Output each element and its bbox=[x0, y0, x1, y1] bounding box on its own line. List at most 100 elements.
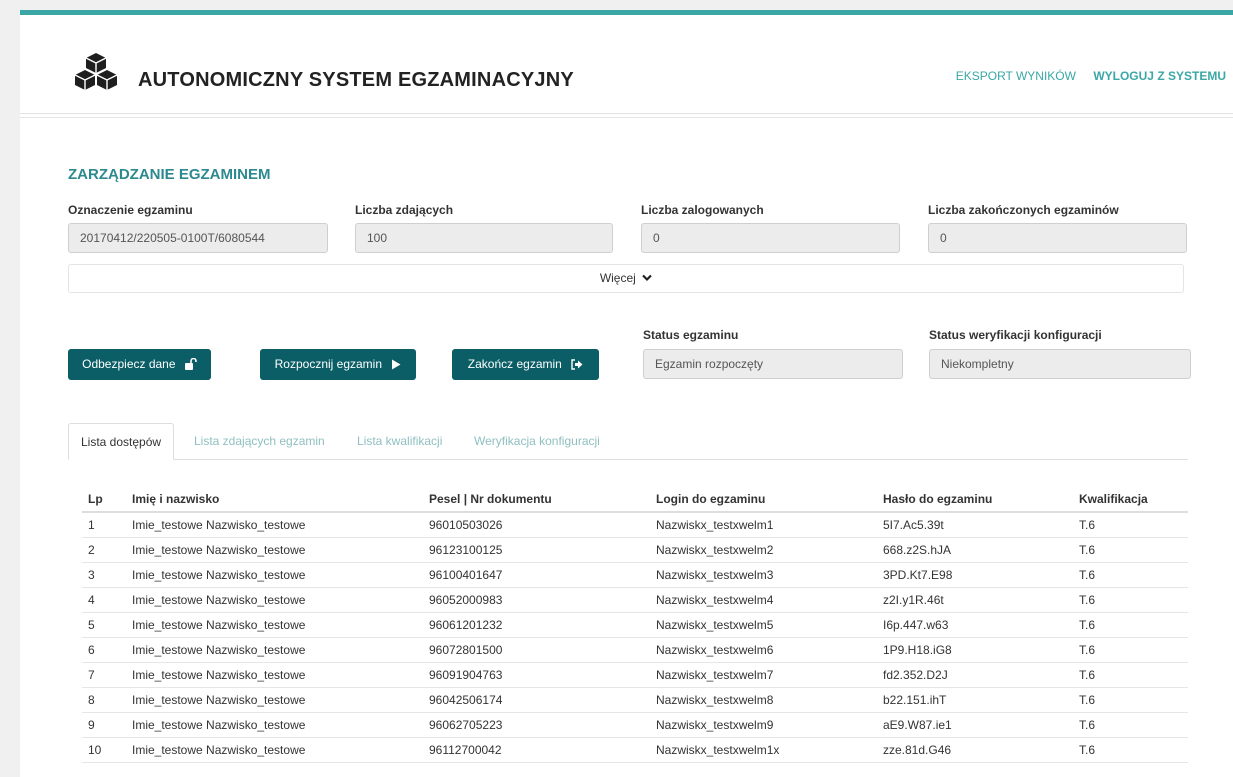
row-pesel-cell: 96112700042 bbox=[423, 737, 650, 763]
logged-count-field: 0 bbox=[641, 223, 900, 253]
unlock-data-label: Odbezpiecz dane bbox=[82, 357, 176, 371]
cubes-logo-icon bbox=[74, 53, 118, 90]
row-login-cell: Nazwiskx_testxwelm1 bbox=[650, 512, 877, 538]
candidates-count-label: Liczba zdających bbox=[355, 203, 454, 217]
table-row: 6 Imie_testowe Nazwisko_testowe 9607280150… bbox=[82, 637, 1188, 663]
row-lp-cell: 10 bbox=[82, 737, 126, 763]
row-password-cell: 3PD.Kt7.E98 bbox=[877, 562, 1073, 588]
row-login-cell: Nazwiskx_testxwelm2 bbox=[650, 537, 877, 563]
row-password-cell: b22.151.ihT bbox=[877, 687, 1073, 713]
table-row: 4 Imie_testowe Nazwisko_testowe 9605200098… bbox=[82, 587, 1188, 613]
row-name-cell: Imie_testowe Nazwisko_testowe bbox=[126, 512, 423, 538]
row-qualification-cell: T.6 bbox=[1073, 512, 1188, 538]
table-header-row: Lp Imię i nazwisko Pesel | Nr dokumentu … bbox=[82, 487, 1188, 513]
tab-qualifications-list[interactable]: Lista kwalifikacji bbox=[357, 423, 442, 459]
row-pesel-cell: 96061201232 bbox=[423, 612, 650, 638]
export-results-link[interactable]: EKSPORT WYNIKÓW bbox=[956, 69, 1076, 83]
row-pesel-cell: 96072801500 bbox=[423, 637, 650, 663]
row-qualification-cell: T.6 bbox=[1073, 587, 1188, 613]
row-name-cell: Imie_testowe Nazwisko_testowe bbox=[126, 687, 423, 713]
row-pesel-cell: 96100401647 bbox=[423, 562, 650, 588]
candidates-count-field: 100 bbox=[355, 223, 613, 253]
row-qualification-cell: T.6 bbox=[1073, 637, 1188, 663]
chevron-down-icon bbox=[642, 274, 652, 282]
row-login-cell: Nazwiskx_testxwelm8 bbox=[650, 687, 877, 713]
row-password-cell: aE9.W87.ie1 bbox=[877, 712, 1073, 738]
row-pesel-cell: 96042506174 bbox=[423, 687, 650, 713]
unlock-icon bbox=[184, 357, 197, 370]
logged-count-label: Liczba zalogowanych bbox=[641, 203, 764, 217]
tab-config-verification[interactable]: Weryfikacja konfiguracji bbox=[474, 423, 600, 459]
row-pesel-cell: 96052000983 bbox=[423, 587, 650, 613]
row-qualification-cell: T.6 bbox=[1073, 537, 1188, 563]
app-header: AUTONOMICZNY SYSTEM EGZAMINACYJNY EKSPOR… bbox=[20, 15, 1233, 114]
row-password-cell: 668.z2S.hJA bbox=[877, 537, 1073, 563]
more-toggle[interactable]: Więcej bbox=[68, 264, 1184, 293]
row-password-cell: 5I7.Ac5.39t bbox=[877, 512, 1073, 538]
table-row: 5 Imie_testowe Nazwisko_testowe 9606120123… bbox=[82, 612, 1188, 638]
row-name-cell: Imie_testowe Nazwisko_testowe bbox=[126, 737, 423, 763]
row-lp-cell: 3 bbox=[82, 562, 126, 588]
row-name-cell: Imie_testowe Nazwisko_testowe bbox=[126, 537, 423, 563]
row-pesel-cell: 96091904763 bbox=[423, 662, 650, 688]
start-exam-label: Rozpocznij egzamin bbox=[274, 357, 383, 371]
tab-candidates-list[interactable]: Lista zdających egzamin bbox=[194, 423, 325, 459]
row-login-cell: Nazwiskx_testxwelm9 bbox=[650, 712, 877, 738]
table-row: 9 Imie_testowe Nazwisko_testowe 9606270522… bbox=[82, 712, 1188, 738]
table-row: 3 Imie_testowe Nazwisko_testowe 9610040164… bbox=[82, 562, 1188, 588]
row-password-cell: 1P9.H18.iG8 bbox=[877, 637, 1073, 663]
table-row: 1 Imie_testowe Nazwisko_testowe 9601050302… bbox=[82, 512, 1188, 538]
section-title: ZARZĄDZANIE EGZAMINEM bbox=[68, 166, 271, 183]
row-pesel-cell: 96062705223 bbox=[423, 712, 650, 738]
table-body: 1 Imie_testowe Nazwisko_testowe 9601050302… bbox=[82, 512, 1188, 763]
row-qualification-cell: T.6 bbox=[1073, 562, 1188, 588]
row-qualification-cell: T.6 bbox=[1073, 687, 1188, 713]
finished-count-field: 0 bbox=[928, 223, 1187, 253]
row-name-cell: Imie_testowe Nazwisko_testowe bbox=[126, 612, 423, 638]
row-name-cell: Imie_testowe Nazwisko_testowe bbox=[126, 712, 423, 738]
more-label: Więcej bbox=[599, 271, 636, 285]
main-page: AUTONOMICZNY SYSTEM EGZAMINACYJNY EKSPOR… bbox=[20, 10, 1233, 777]
row-login-cell: Nazwiskx_testxwelm4 bbox=[650, 587, 877, 613]
row-password-cell: z2I.y1R.46t bbox=[877, 587, 1073, 613]
row-name-cell: Imie_testowe Nazwisko_testowe bbox=[126, 662, 423, 688]
row-name-cell: Imie_testowe Nazwisko_testowe bbox=[126, 637, 423, 663]
exam-id-field: 20170412/220505-0100T/6080544 bbox=[68, 223, 328, 253]
sign-out-icon bbox=[571, 359, 583, 370]
row-lp-cell: 2 bbox=[82, 537, 126, 563]
row-lp-cell: 9 bbox=[82, 712, 126, 738]
exam-status-label: Status egzaminu bbox=[643, 328, 739, 342]
column-header-login: Login do egzaminu bbox=[650, 487, 877, 513]
column-header-password: Hasło do egzaminu bbox=[877, 487, 1073, 513]
row-lp-cell: 7 bbox=[82, 662, 126, 688]
row-lp-cell: 6 bbox=[82, 637, 126, 663]
table-row: 7 Imie_testowe Nazwisko_testowe 9609190476… bbox=[82, 662, 1188, 688]
column-header-pesel: Pesel | Nr dokumentu bbox=[423, 487, 650, 513]
play-icon bbox=[392, 359, 401, 370]
row-password-cell: zze.81d.G46 bbox=[877, 737, 1073, 763]
finish-exam-button[interactable]: Zakończ egzamin bbox=[452, 349, 599, 380]
row-lp-cell: 5 bbox=[82, 612, 126, 638]
row-qualification-cell: T.6 bbox=[1073, 662, 1188, 688]
row-login-cell: Nazwiskx_testxwelm5 bbox=[650, 612, 877, 638]
column-header-lp: Lp bbox=[82, 487, 126, 513]
table-row: 8 Imie_testowe Nazwisko_testowe 9604250617… bbox=[82, 687, 1188, 713]
row-lp-cell: 1 bbox=[82, 512, 126, 538]
tab-bar: Lista dostępów Lista zdających egzamin L… bbox=[68, 423, 1188, 460]
row-name-cell: Imie_testowe Nazwisko_testowe bbox=[126, 562, 423, 588]
row-pesel-cell: 96010503026 bbox=[423, 512, 650, 538]
row-login-cell: Nazwiskx_testxwelm6 bbox=[650, 637, 877, 663]
row-qualification-cell: T.6 bbox=[1073, 612, 1188, 638]
column-header-name: Imię i nazwisko bbox=[126, 487, 423, 513]
tab-access-list[interactable]: Lista dostępów bbox=[68, 423, 175, 460]
row-password-cell: I6p.447.w63 bbox=[877, 612, 1073, 638]
table-row: 10 Imie_testowe Nazwisko_testowe 961127000… bbox=[82, 737, 1188, 763]
unlock-data-button[interactable]: Odbezpiecz dane bbox=[68, 349, 211, 380]
row-lp-cell: 4 bbox=[82, 587, 126, 613]
top-nav: EKSPORT WYNIKÓW WYLOGUJ Z SYSTEMU bbox=[942, 69, 1226, 83]
logout-link[interactable]: WYLOGUJ Z SYSTEMU bbox=[1093, 69, 1226, 83]
start-exam-button[interactable]: Rozpocznij egzamin bbox=[260, 349, 416, 380]
row-qualification-cell: T.6 bbox=[1073, 712, 1188, 738]
finish-exam-label: Zakończ egzamin bbox=[467, 357, 562, 371]
app-title: AUTONOMICZNY SYSTEM EGZAMINACYJNY bbox=[138, 69, 574, 91]
